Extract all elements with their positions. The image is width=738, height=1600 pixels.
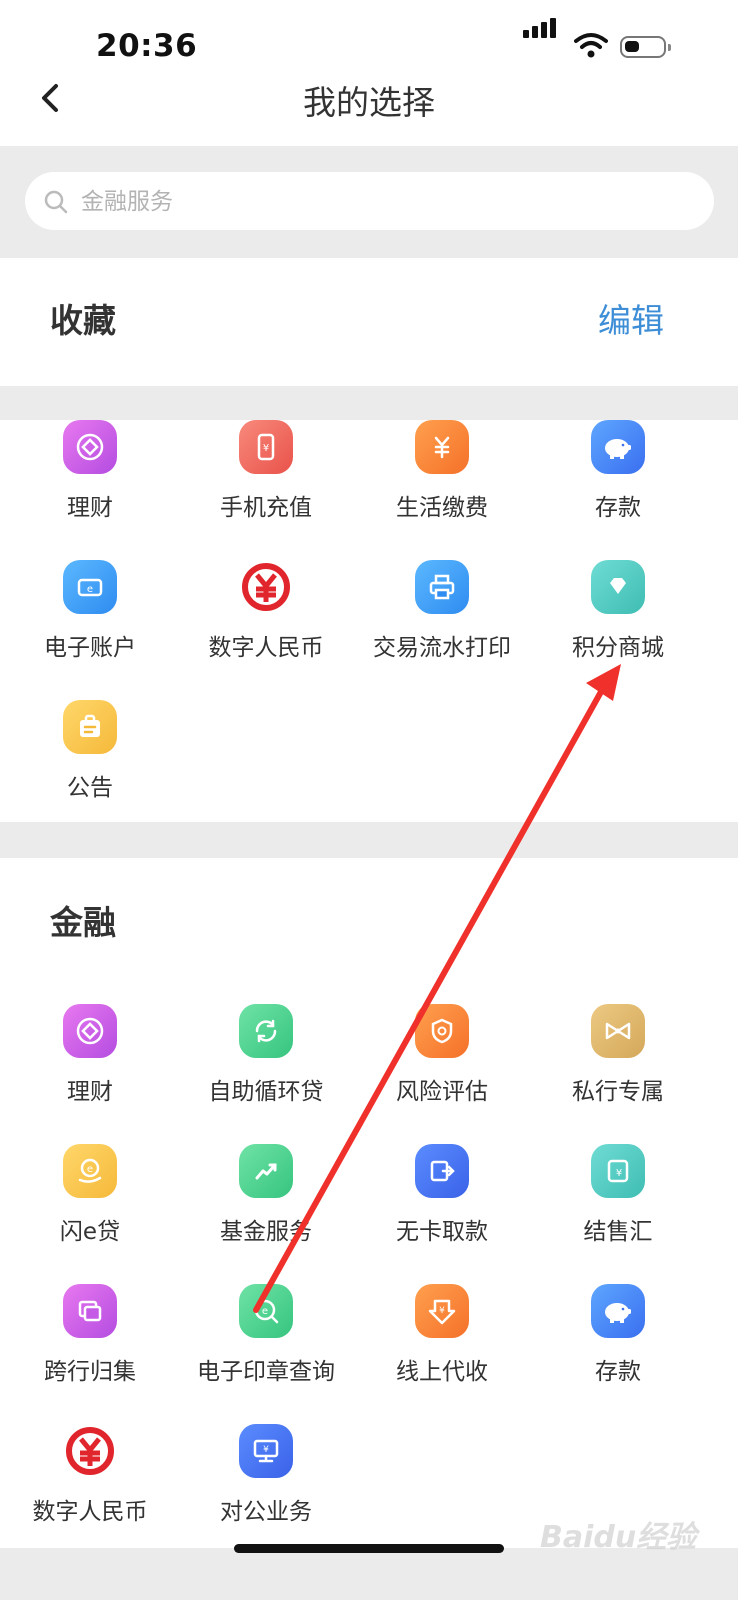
item-label: 存款 [595, 495, 641, 521]
revolving-loan-icon [239, 1004, 293, 1058]
search-input[interactable] [79, 178, 683, 226]
wealth-icon [63, 420, 117, 474]
item-label: 手机充值 [220, 495, 312, 521]
currency-exchange-icon: ¥ [591, 1144, 645, 1198]
svg-text:¥: ¥ [263, 1445, 269, 1455]
status-time: 20:36 [96, 28, 198, 64]
digital-rmb-icon [239, 560, 293, 614]
fin-item-online-collection[interactable]: ¥ 线上代收 [352, 1284, 532, 1404]
item-label: 电子印章查询 [197, 1359, 335, 1385]
finance-title: 金融 [50, 903, 116, 942]
fav-item-points-mall[interactable]: 积分商城 [528, 560, 708, 680]
svg-text:e: e [262, 1306, 268, 1317]
item-label: 跨行归集 [44, 1359, 136, 1385]
fin-item-cardless-withdraw[interactable]: 无卡取款 [352, 1144, 532, 1264]
diamond-icon [591, 560, 645, 614]
fin-item-currency-exchange[interactable]: ¥ 结售汇 [528, 1144, 708, 1264]
fin-item-deposit[interactable]: 存款 [528, 1284, 708, 1404]
battery-icon [620, 36, 671, 58]
fav-item-phone-topup[interactable]: ¥ 手机充值 [176, 420, 356, 540]
item-label: 结售汇 [583, 1219, 653, 1245]
favorites-grid: 理财 ¥ 手机充值 生活缴费 存款 e 电子账户 数字人民币 交易流水打印 积分… [0, 420, 738, 822]
online-collection-icon: ¥ [415, 1284, 469, 1338]
home-indicator [234, 1544, 504, 1553]
fin-item-e-seal[interactable]: e 电子印章查询 [176, 1284, 356, 1404]
fav-item-bill-payment[interactable]: 生活缴费 [352, 420, 532, 540]
fin-item-risk-assessment[interactable]: 风险评估 [352, 1004, 532, 1124]
fin-item-cross-bank[interactable]: 跨行归集 [0, 1284, 180, 1404]
piggy-bank-icon [591, 420, 645, 474]
item-label: 数字人民币 [208, 635, 324, 661]
search-bar[interactable] [25, 172, 714, 230]
item-label: 自助循环贷 [208, 1079, 324, 1105]
fin-item-digital-rmb[interactable]: 数字人民币 [0, 1424, 180, 1544]
bow-icon [591, 1004, 645, 1058]
fund-chart-icon [239, 1144, 293, 1198]
fin-item-fund-service[interactable]: 基金服务 [176, 1144, 356, 1264]
fin-item-corporate[interactable]: ¥ 对公业务 [176, 1424, 356, 1544]
item-label: 闪e贷 [59, 1219, 121, 1245]
corporate-icon: ¥ [239, 1424, 293, 1478]
item-label: 线上代收 [396, 1359, 488, 1385]
flash-loan-icon: e [63, 1144, 117, 1198]
risk-shield-icon [415, 1004, 469, 1058]
search-area [0, 146, 738, 258]
fin-item-flash-loan[interactable]: e 闪e贷 [0, 1144, 180, 1264]
digital-rmb-icon [63, 1424, 117, 1478]
item-label: 对公业务 [220, 1499, 312, 1525]
fav-item-e-account[interactable]: e 电子账户 [0, 560, 180, 680]
item-label: 积分商城 [572, 635, 664, 661]
fin-item-revolving-loan[interactable]: 自助循环贷 [176, 1004, 356, 1124]
item-label: 私行专属 [572, 1079, 664, 1105]
e-seal-icon: e [239, 1284, 293, 1338]
e-account-icon: e [63, 560, 117, 614]
item-label: 数字人民币 [32, 1499, 148, 1525]
nav-bar: 我的选择 [0, 60, 738, 146]
fav-item-print-statement[interactable]: 交易流水打印 [352, 560, 532, 680]
fav-item-deposit[interactable]: 存款 [528, 420, 708, 540]
fav-item-digital-rmb[interactable]: 数字人民币 [176, 560, 356, 680]
finance-section: 金融 理财 自助循环贷 风险评估 私行专属 e 闪e贷 基金服务 无卡取款 ¥ … [0, 858, 738, 1548]
piggy-bank-icon [591, 1284, 645, 1338]
item-label: 无卡取款 [396, 1219, 488, 1245]
item-label: 电子账户 [44, 635, 136, 661]
favorites-header: 收藏 编辑 [0, 258, 738, 386]
svg-text:¥: ¥ [439, 1306, 445, 1316]
fin-item-wealth[interactable]: 理财 [0, 1004, 180, 1124]
cross-bank-icon [63, 1284, 117, 1338]
item-label: 基金服务 [220, 1219, 312, 1245]
edit-button[interactable]: 编辑 [598, 294, 664, 342]
item-label: 理财 [67, 1079, 113, 1105]
fav-item-announcement[interactable]: 公告 [0, 700, 180, 820]
phone-topup-icon: ¥ [239, 420, 293, 474]
fav-item-wealth[interactable]: 理财 [0, 420, 180, 540]
announcement-icon [63, 700, 117, 754]
bill-payment-icon [415, 420, 469, 474]
page-title: 我的选择 [303, 83, 435, 122]
wifi-icon [574, 32, 608, 62]
favorites-title: 收藏 [50, 301, 116, 340]
item-label: 理财 [67, 495, 113, 521]
printer-icon [415, 560, 469, 614]
search-icon [43, 189, 69, 219]
item-label: 公告 [67, 775, 113, 801]
item-label: 生活缴费 [396, 495, 488, 521]
wealth-icon [63, 1004, 117, 1058]
cardless-withdraw-icon [415, 1144, 469, 1198]
item-label: 风险评估 [396, 1079, 488, 1105]
svg-text:e: e [87, 1164, 93, 1175]
item-label: 交易流水打印 [373, 635, 511, 661]
item-label: 存款 [595, 1359, 641, 1385]
svg-text:¥: ¥ [263, 443, 269, 454]
svg-text:¥: ¥ [616, 1168, 622, 1179]
fin-item-private-banking[interactable]: 私行专属 [528, 1004, 708, 1124]
watermark: Baidu经验 [540, 1520, 697, 1555]
svg-text:e: e [87, 584, 93, 595]
